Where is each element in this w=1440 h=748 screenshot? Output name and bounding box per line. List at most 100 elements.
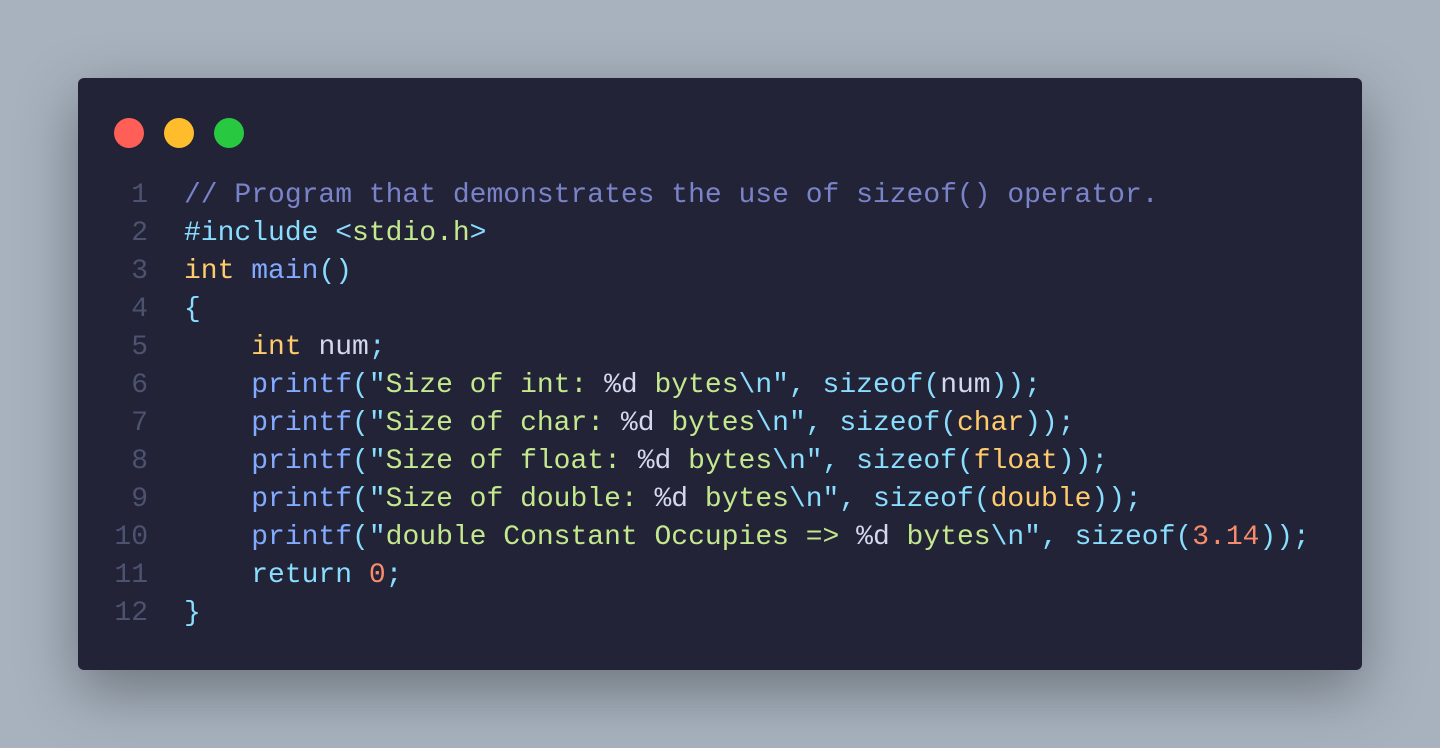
code-token: >: [469, 218, 487, 249]
line-number: 12: [114, 598, 148, 629]
code-line: 3 int main(): [108, 253, 1310, 291]
code-token: <: [335, 218, 353, 249]
code-text: printf("Size of int: %d bytes\n", sizeof…: [184, 367, 1041, 405]
code-text: int num;: [184, 329, 386, 367]
code-text: printf("double Constant Occupies => %d b…: [184, 519, 1310, 557]
code-token: \n",: [772, 446, 857, 477]
line-number: 8: [131, 446, 148, 477]
code-token: main: [251, 256, 319, 287]
code-token: (": [352, 522, 386, 553]
code-block[interactable]: 1 // Program that demonstrates the use of…: [108, 177, 1310, 633]
code-token: int: [251, 332, 302, 363]
line-number: 1: [131, 180, 148, 211]
minimize-icon[interactable]: [164, 118, 194, 148]
code-text: printf("Size of double: %d bytes\n", siz…: [184, 481, 1142, 519]
code-token: num: [318, 332, 369, 363]
code-token: num: [940, 370, 991, 401]
code-token: \n",: [990, 522, 1075, 553]
code-token: (": [352, 446, 386, 477]
line-number: 2: [131, 218, 148, 249]
code-token: bytes: [889, 522, 991, 553]
code-line: 5 int num;: [108, 329, 1310, 367]
code-token: bytes: [654, 408, 756, 439]
code-line: 6 printf("Size of int: %d bytes\n", size…: [108, 367, 1310, 405]
code-token: printf: [251, 370, 353, 401]
code-token: %d: [654, 484, 689, 515]
code-text: printf("Size of float: %d bytes\n", size…: [184, 443, 1108, 481]
line-number: 7: [131, 408, 148, 439]
code-token: (): [318, 256, 353, 287]
code-text: #include <stdio.h>: [184, 215, 486, 253]
code-token: (: [940, 408, 957, 439]
line-number: 9: [131, 484, 148, 515]
code-line: 7 printf("Size of char: %d bytes\n", siz…: [108, 405, 1310, 443]
code-line: 4{: [108, 291, 1310, 329]
code-token: %d: [620, 408, 655, 439]
code-text: int main(): [184, 253, 352, 291]
line-number: 11: [114, 560, 148, 591]
code-token: }: [184, 598, 201, 629]
code-token: sizeof: [839, 408, 941, 439]
code-line: 8 printf("Size of float: %d bytes\n", si…: [108, 443, 1310, 481]
code-token: \n",: [738, 370, 823, 401]
code-token: return: [251, 560, 353, 591]
code-text: printf("Size of char: %d bytes\n", sizeo…: [184, 405, 1074, 443]
code-token: float: [973, 446, 1058, 477]
code-token: %d: [637, 446, 672, 477]
code-line: 11 return 0;: [108, 557, 1310, 595]
code-token: %d: [604, 370, 638, 401]
code-token: ;: [385, 560, 403, 591]
code-token: (: [973, 484, 991, 515]
code-token: ));: [1259, 522, 1310, 553]
code-token: %d: [856, 522, 890, 553]
code-token: double: [990, 484, 1092, 515]
code-token: #include: [184, 218, 319, 249]
window-controls: [114, 118, 244, 148]
close-icon[interactable]: [114, 118, 144, 148]
code-token: (: [956, 446, 974, 477]
code-token: char: [957, 408, 1025, 439]
code-token: (": [352, 370, 386, 401]
code-token: sizeof: [822, 370, 924, 401]
code-token: ));: [990, 370, 1042, 401]
code-token: {: [184, 294, 201, 325]
code-token: Size of char:: [385, 408, 621, 439]
code-token: printf: [251, 484, 353, 515]
code-token: (": [352, 484, 386, 515]
code-line: 12}: [108, 595, 1310, 633]
code-token: sizeof: [856, 446, 957, 477]
code-token: \n",: [788, 484, 873, 515]
code-token: ));: [1091, 484, 1142, 515]
code-token: bytes: [637, 370, 739, 401]
code-token: (: [1175, 522, 1193, 553]
code-token: Size of double:: [385, 484, 655, 515]
code-token: (: [923, 370, 941, 401]
line-number: 5: [131, 332, 148, 363]
code-window: 1 // Program that demonstrates the use of…: [78, 78, 1362, 670]
code-token: sizeof: [1074, 522, 1176, 553]
code-token: stdio.h: [352, 218, 470, 249]
code-line: 2 #include <stdio.h>: [108, 215, 1310, 253]
code-text: {: [184, 291, 201, 329]
code-token: // Program that demonstrates the use of …: [184, 180, 1159, 211]
code-token: printf: [251, 408, 353, 439]
code-line: 10 printf("double Constant Occupies => %…: [108, 519, 1310, 557]
code-token: \n",: [755, 408, 840, 439]
code-token: bytes: [688, 484, 789, 515]
line-number: 3: [131, 256, 148, 287]
code-token: 3.14: [1192, 522, 1260, 553]
code-token: bytes: [671, 446, 773, 477]
code-token: Size of int:: [385, 370, 605, 401]
code-token: printf: [251, 522, 353, 553]
code-token: sizeof: [872, 484, 974, 515]
code-token: ;: [368, 332, 386, 363]
maximize-icon[interactable]: [214, 118, 244, 148]
